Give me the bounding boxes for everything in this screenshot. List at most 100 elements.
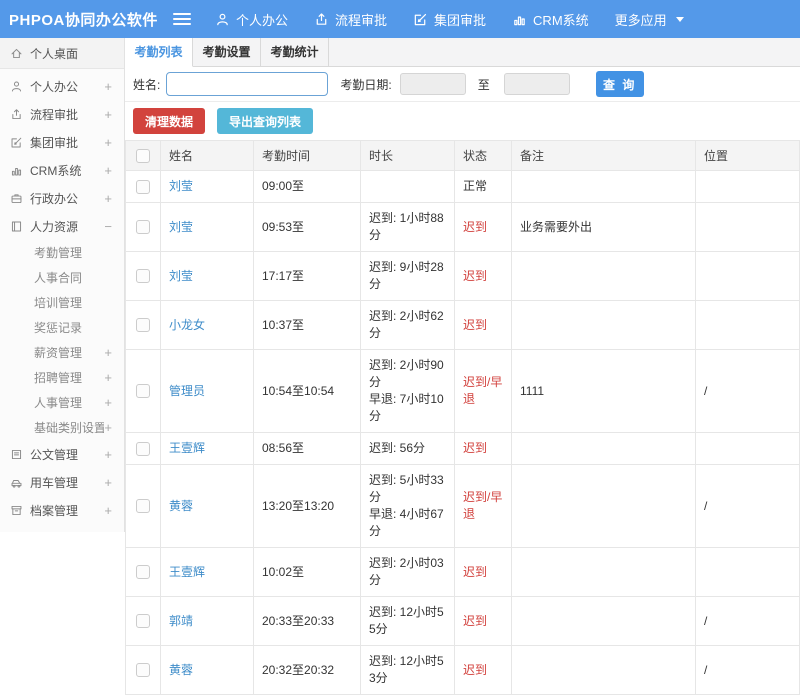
tab[interactable]: 考勤列表: [125, 38, 193, 67]
expand-toggle[interactable]: +: [104, 191, 114, 206]
cell-time: 09:53至: [253, 202, 361, 252]
sidebar-item[interactable]: 奖惩记录: [0, 315, 124, 340]
cell-location: /: [695, 596, 800, 646]
cell-status: 迟到/早退: [454, 349, 512, 433]
sidebar-item-label: 公文管理: [30, 447, 79, 462]
sidebar-item[interactable]: 基础类别设置 +: [0, 415, 124, 440]
expand-toggle[interactable]: +: [104, 370, 114, 385]
employee-link[interactable]: 管理员: [169, 384, 205, 398]
row-checkbox[interactable]: [136, 565, 150, 580]
nav-item-personal-office[interactable]: 个人办公: [215, 10, 288, 29]
sidebar-item[interactable]: 个人办公 +: [0, 72, 124, 100]
row-checkbox[interactable]: [136, 614, 150, 629]
table-row: 刘莹 17:17至 迟到: 9小时28分 迟到: [125, 251, 800, 301]
sidebar-item[interactable]: 集团审批 +: [0, 128, 124, 156]
nav-item-more-apps[interactable]: 更多应用: [615, 10, 684, 29]
sidebar-item-label: 考勤管理: [34, 246, 83, 260]
cell-remark: [511, 251, 696, 301]
table-row: 王壹辉 08:56至 迟到: 56分 迟到: [125, 432, 800, 465]
status-badge: 迟到: [463, 441, 488, 455]
employee-link[interactable]: 王壹辉: [169, 441, 205, 455]
sidebar-item[interactable]: 薪资管理 +: [0, 340, 124, 365]
export-list-button[interactable]: 导出查询列表: [217, 108, 314, 134]
attendance-table: 姓名 考勤时间 时长 状态 备注 位置 刘莹 09:00至 正常 刘莹 09:5…: [125, 140, 800, 695]
sidebar-item[interactable]: 项目管理 +: [0, 524, 124, 533]
cell-checkbox: [125, 349, 161, 433]
employee-link[interactable]: 黄蓉: [169, 663, 193, 677]
expand-toggle[interactable]: +: [104, 420, 114, 435]
row-checkbox[interactable]: [136, 663, 150, 678]
expand-toggle[interactable]: +: [104, 79, 114, 94]
status-badge: 迟到/早退: [463, 375, 503, 406]
cell-duration: 迟到: 56分: [360, 432, 455, 465]
cell-status: 迟到: [454, 645, 512, 695]
sidebar-item-label: 档案管理: [30, 503, 79, 518]
book-icon: [10, 220, 23, 233]
employee-link[interactable]: 黄蓉: [169, 499, 193, 513]
sidebar-item[interactable]: 公文管理 +: [0, 440, 124, 468]
cell-time: 10:54至10:54: [253, 349, 361, 433]
menu-toggle-icon[interactable]: [173, 13, 191, 25]
top-nav: 个人办公 流程审批 集团审批 CRM系统 更多应用: [215, 10, 710, 29]
sidebar-item[interactable]: 人力资源 −: [0, 212, 124, 240]
expand-toggle[interactable]: +: [104, 163, 114, 178]
row-checkbox[interactable]: [136, 179, 150, 194]
sidebar-item[interactable]: 招聘管理 +: [0, 365, 124, 390]
date-to-input[interactable]: [503, 73, 570, 95]
query-button[interactable]: 查 询: [595, 71, 644, 97]
expand-toggle[interactable]: +: [104, 395, 114, 410]
row-checkbox[interactable]: [136, 318, 150, 333]
expand-toggle[interactable]: +: [104, 107, 114, 122]
sidebar-item[interactable]: 考勤管理: [0, 240, 124, 265]
nav-item-workflow-approval[interactable]: 流程审批: [314, 10, 387, 29]
expand-toggle[interactable]: +: [104, 475, 114, 490]
sidebar-item[interactable]: 流程审批 +: [0, 100, 124, 128]
sidebar-item[interactable]: 人事管理 +: [0, 390, 124, 415]
row-checkbox[interactable]: [136, 220, 150, 235]
expand-toggle[interactable]: +: [104, 447, 114, 462]
sidebar-item[interactable]: 培训管理: [0, 290, 124, 315]
sidebar-item[interactable]: 人事合同: [0, 265, 124, 290]
share-icon: [10, 108, 23, 121]
date-from-input[interactable]: [399, 73, 466, 95]
cell-location: /: [695, 349, 800, 433]
employee-link[interactable]: 郭靖: [169, 614, 193, 628]
cell-status: 正常: [454, 170, 512, 203]
sidebar-item[interactable]: 行政办公 +: [0, 184, 124, 212]
row-checkbox[interactable]: [136, 441, 150, 456]
expand-toggle[interactable]: +: [104, 345, 114, 360]
employee-link[interactable]: 刘莹: [169, 220, 193, 234]
status-badge: 迟到/早退: [463, 490, 503, 521]
nav-item-crm[interactable]: CRM系统: [512, 10, 589, 29]
tab[interactable]: 考勤统计: [261, 38, 329, 66]
status-badge: 迟到: [463, 613, 488, 628]
tab[interactable]: 考勤设置: [193, 38, 261, 66]
user-icon: [10, 80, 23, 93]
status-badge: 正常: [463, 179, 488, 193]
row-checkbox[interactable]: [136, 499, 150, 514]
duration-late: 迟到: 5小时33分: [369, 473, 444, 504]
employee-link[interactable]: 小龙女: [169, 318, 205, 332]
expand-toggle[interactable]: −: [104, 219, 114, 234]
row-checkbox[interactable]: [136, 384, 150, 399]
sidebar-item[interactable]: 个人桌面: [0, 38, 124, 69]
duration-early: 早退: 4小时67分: [369, 507, 444, 538]
table-row: 王壹辉 10:02至 迟到: 2小时03分 迟到: [125, 547, 800, 597]
sidebar-item-label: 人力资源: [30, 219, 79, 234]
expand-toggle[interactable]: +: [104, 135, 114, 150]
employee-link[interactable]: 刘莹: [169, 269, 193, 283]
sidebar-item[interactable]: CRM系统 +: [0, 156, 124, 184]
sidebar-item-label: 个人桌面: [30, 46, 79, 61]
employee-link[interactable]: 王壹辉: [169, 565, 205, 579]
cell-location: [695, 547, 800, 597]
select-all-checkbox[interactable]: [136, 148, 150, 163]
name-input[interactable]: [166, 72, 329, 96]
employee-link[interactable]: 刘莹: [169, 179, 193, 193]
nav-item-group-approval[interactable]: 集团审批: [413, 10, 486, 29]
sidebar-item[interactable]: 档案管理 +: [0, 496, 124, 524]
sidebar-item[interactable]: 用车管理 +: [0, 468, 124, 496]
row-checkbox[interactable]: [136, 269, 150, 284]
cell-checkbox: [125, 300, 161, 350]
expand-toggle[interactable]: +: [104, 503, 114, 518]
clean-data-button[interactable]: 清理数据: [133, 108, 206, 134]
